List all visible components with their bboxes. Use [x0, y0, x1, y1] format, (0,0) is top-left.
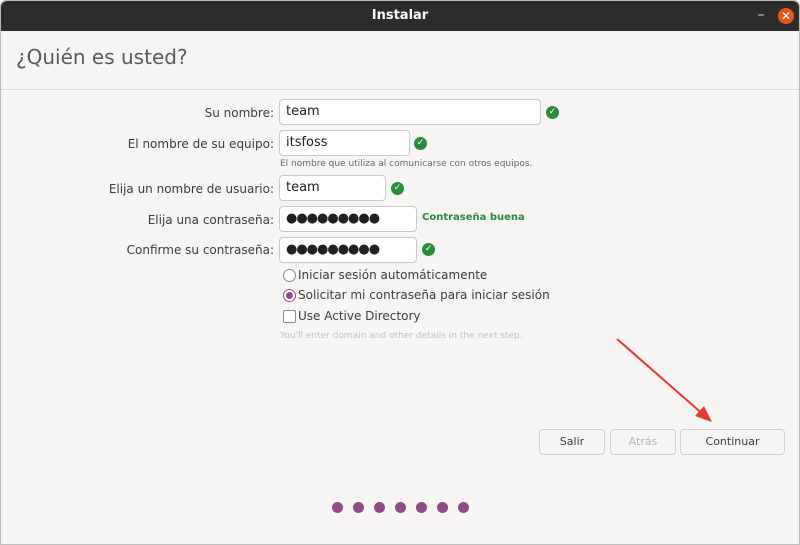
- confirm-password-valid-check-icon: ✓: [422, 243, 435, 256]
- progress-dot: [458, 502, 469, 513]
- progress-dot: [332, 502, 343, 513]
- username-valid-check-icon: ✓: [391, 182, 404, 195]
- annotation-arrow-icon: [616, 338, 712, 422]
- continue-button[interactable]: Continuar: [680, 429, 785, 455]
- password-label: Elija una contraseña:: [147, 213, 274, 227]
- name-valid-check-icon: ✓: [546, 106, 559, 119]
- divider: [1, 89, 799, 90]
- progress-dot: [416, 502, 427, 513]
- active-directory-checkbox[interactable]: [283, 310, 296, 323]
- name-field[interactable]: team: [279, 99, 541, 125]
- close-icon[interactable]: ✕: [778, 8, 794, 24]
- computer-name-hint: El nombre que utiliza al comunicarse con…: [280, 159, 533, 169]
- progress-dot: [374, 502, 385, 513]
- username-field[interactable]: team: [279, 175, 386, 201]
- confirm-password-label: Confirme su contraseña:: [126, 243, 274, 257]
- progress-dot: [353, 502, 364, 513]
- back-button[interactable]: Atrás: [610, 429, 676, 455]
- computer-name-valid-check-icon: ✓: [414, 137, 427, 150]
- quit-button[interactable]: Salir: [539, 429, 605, 455]
- title-bar: Instalar – ✕: [1, 1, 799, 31]
- active-directory-hint: You'll enter domain and other details in…: [280, 331, 523, 341]
- progress-dot: [395, 502, 406, 513]
- computer-name-label: El nombre de su equipo:: [127, 137, 274, 151]
- installer-window: Instalar – ✕ ¿Quién es usted? Su nombre:…: [0, 0, 800, 545]
- active-directory-label[interactable]: Use Active Directory: [298, 309, 420, 323]
- username-label: Elija un nombre de usuario:: [108, 182, 274, 196]
- radio-require-password[interactable]: [283, 289, 296, 302]
- radio-login-automatic[interactable]: [283, 269, 296, 282]
- radio-login-automatic-label[interactable]: Iniciar sesión automáticamente: [298, 268, 487, 282]
- window-title: Instalar: [371, 8, 429, 23]
- progress-dot: [437, 502, 448, 513]
- password-strength: Contraseña buena: [422, 212, 525, 223]
- page-title: ¿Quién es usted?: [16, 45, 188, 69]
- computer-name-field[interactable]: itsfoss: [279, 130, 410, 156]
- password-field[interactable]: ●●●●●●●●●: [279, 206, 417, 232]
- confirm-password-field[interactable]: ●●●●●●●●●: [279, 237, 417, 263]
- radio-require-password-label[interactable]: Solicitar mi contraseña para iniciar ses…: [298, 288, 550, 302]
- name-label: Su nombre:: [204, 106, 274, 120]
- minimize-icon[interactable]: –: [753, 8, 769, 24]
